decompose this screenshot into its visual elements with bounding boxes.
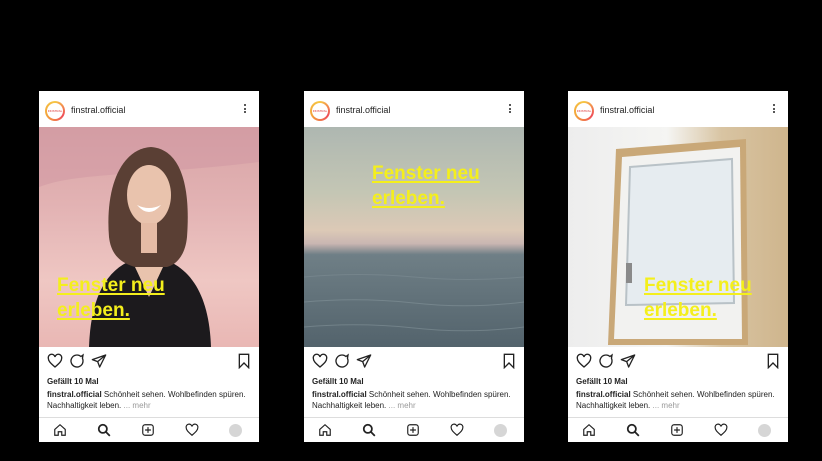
home-icon[interactable] bbox=[318, 423, 332, 437]
comment-icon[interactable] bbox=[598, 353, 614, 369]
more-link[interactable]: ... mehr bbox=[124, 401, 151, 410]
post-caption: finstral.official Schönheit sehen. Wohlb… bbox=[312, 389, 518, 411]
more-options-icon[interactable] bbox=[773, 104, 776, 115]
post-header: FINSTRAL finstral.official bbox=[39, 91, 259, 127]
bookmark-icon[interactable] bbox=[766, 353, 780, 369]
more-link[interactable]: ... mehr bbox=[653, 401, 680, 410]
bookmark-icon[interactable] bbox=[502, 353, 516, 369]
bottom-navigation bbox=[304, 417, 524, 442]
like-count[interactable]: Gefällt 10 Mal bbox=[312, 377, 364, 386]
post-headline: Fenster neu erleben. bbox=[57, 273, 165, 323]
post-headline: Fenster neu erleben. bbox=[372, 161, 480, 211]
home-icon[interactable] bbox=[53, 423, 67, 437]
post-actions bbox=[312, 353, 516, 369]
share-icon[interactable] bbox=[620, 353, 636, 369]
post-headline: Fenster neu erleben. bbox=[644, 273, 752, 323]
add-post-icon[interactable] bbox=[141, 423, 155, 437]
search-icon[interactable] bbox=[626, 423, 640, 437]
like-count[interactable]: Gefällt 10 Mal bbox=[47, 377, 99, 386]
more-link[interactable]: ... mehr bbox=[389, 401, 416, 410]
add-post-icon[interactable] bbox=[670, 423, 684, 437]
bookmark-icon[interactable] bbox=[237, 353, 251, 369]
post-caption: finstral.official Schönheit sehen. Wohlb… bbox=[47, 389, 253, 411]
post-actions bbox=[576, 353, 780, 369]
caption-username[interactable]: finstral.official bbox=[47, 390, 102, 399]
heart-icon[interactable] bbox=[312, 353, 328, 369]
profile-avatar[interactable]: FINSTRAL bbox=[45, 101, 65, 121]
headline-line-2: erleben. bbox=[644, 300, 717, 321]
caption-username[interactable]: finstral.official bbox=[576, 390, 631, 399]
profile-avatar[interactable] bbox=[229, 424, 242, 437]
heart-icon[interactable] bbox=[47, 353, 63, 369]
headline-line-1: Fenster neu bbox=[644, 275, 752, 296]
home-icon[interactable] bbox=[582, 423, 596, 437]
activity-heart-icon[interactable] bbox=[185, 423, 199, 437]
share-icon[interactable] bbox=[356, 353, 372, 369]
sea-waves bbox=[304, 274, 524, 332]
post-actions bbox=[47, 353, 251, 369]
comment-icon[interactable] bbox=[334, 353, 350, 369]
share-icon[interactable] bbox=[91, 353, 107, 369]
comment-icon[interactable] bbox=[69, 353, 85, 369]
activity-heart-icon[interactable] bbox=[714, 423, 728, 437]
add-post-icon[interactable] bbox=[406, 423, 420, 437]
username[interactable]: finstral.official bbox=[71, 105, 125, 115]
headline-line-1: Fenster neu bbox=[372, 163, 480, 184]
post-header: FINSTRAL finstral.official bbox=[568, 91, 788, 127]
more-options-icon[interactable] bbox=[509, 104, 512, 115]
heart-icon[interactable] bbox=[576, 353, 592, 369]
bottom-navigation bbox=[568, 417, 788, 442]
headline-line-2: erleben. bbox=[57, 300, 130, 321]
profile-avatar[interactable]: FINSTRAL bbox=[574, 101, 594, 121]
avatar-logo: FINSTRAL bbox=[47, 103, 63, 119]
avatar-logo: FINSTRAL bbox=[576, 103, 592, 119]
profile-avatar[interactable] bbox=[494, 424, 507, 437]
post-caption: finstral.official Schönheit sehen. Wohlb… bbox=[576, 389, 782, 411]
instagram-post-2: FINSTRAL finstral.official Fenster neu e… bbox=[304, 91, 524, 442]
activity-heart-icon[interactable] bbox=[450, 423, 464, 437]
post-image[interactable]: Fenster neu erleben. bbox=[304, 127, 524, 347]
username[interactable]: finstral.official bbox=[336, 105, 390, 115]
like-count[interactable]: Gefällt 10 Mal bbox=[576, 377, 628, 386]
post-header: FINSTRAL finstral.official bbox=[304, 91, 524, 127]
post-image[interactable]: Fenster neu erleben. bbox=[39, 127, 259, 347]
instagram-post-1: FINSTRAL finstral.official Fenster neu e… bbox=[39, 91, 259, 442]
search-icon[interactable] bbox=[362, 423, 376, 437]
bottom-navigation bbox=[39, 417, 259, 442]
headline-line-2: erleben. bbox=[372, 188, 445, 209]
instagram-post-3: FINSTRAL finstral.official Fenster neu e… bbox=[568, 91, 788, 442]
avatar-logo: FINSTRAL bbox=[312, 103, 328, 119]
post-image[interactable]: Fenster neu erleben. bbox=[568, 127, 788, 347]
search-icon[interactable] bbox=[97, 423, 111, 437]
username[interactable]: finstral.official bbox=[600, 105, 654, 115]
profile-avatar[interactable] bbox=[758, 424, 771, 437]
more-options-icon[interactable] bbox=[244, 104, 247, 115]
headline-line-1: Fenster neu bbox=[57, 275, 165, 296]
caption-username[interactable]: finstral.official bbox=[312, 390, 367, 399]
profile-avatar[interactable]: FINSTRAL bbox=[310, 101, 330, 121]
